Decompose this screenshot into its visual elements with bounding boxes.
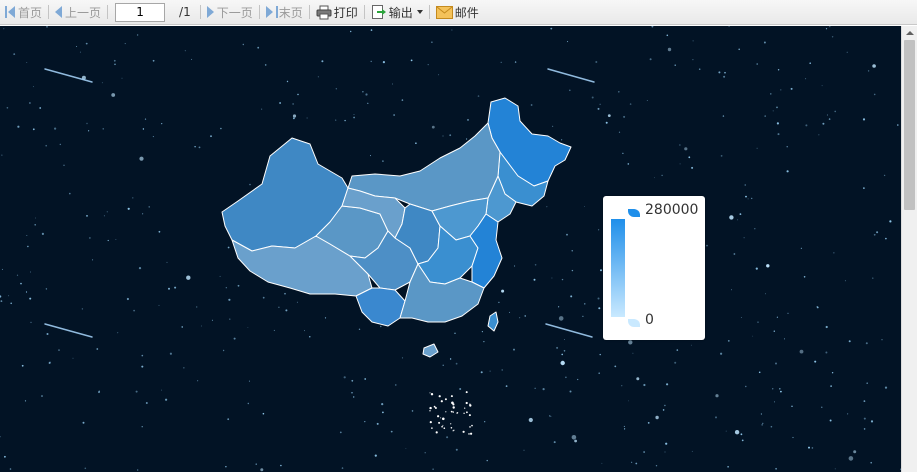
island-dot bbox=[452, 406, 455, 409]
island-dot bbox=[429, 406, 432, 410]
map-region-hainan[interactable] bbox=[422, 343, 439, 358]
next-page-label: 下一页 bbox=[216, 5, 253, 20]
island-dot bbox=[435, 431, 438, 434]
last-page-label: 末页 bbox=[278, 5, 303, 20]
last-page-button[interactable]: 末页 bbox=[263, 2, 306, 23]
island-dot bbox=[429, 421, 432, 424]
print-button[interactable]: 打印 bbox=[313, 2, 361, 23]
island-dot bbox=[469, 426, 471, 428]
island-dot bbox=[452, 411, 454, 413]
toolbar-divider bbox=[308, 5, 310, 19]
island-dot bbox=[464, 407, 466, 409]
scrollbar-thumb[interactable] bbox=[904, 40, 915, 210]
legend-max-handle[interactable] bbox=[628, 209, 640, 217]
toolbar-divider bbox=[199, 5, 201, 19]
next-page-button[interactable]: 下一页 bbox=[204, 2, 256, 23]
mail-icon bbox=[435, 5, 453, 19]
island-dot bbox=[437, 415, 440, 418]
page-number-input[interactable] bbox=[115, 2, 166, 22]
map-region-yunnan[interactable] bbox=[355, 287, 406, 327]
first-page-icon bbox=[5, 6, 7, 18]
island-dot bbox=[471, 424, 473, 427]
legend-gradient-bar[interactable] bbox=[611, 219, 625, 317]
island-dot bbox=[468, 433, 470, 435]
island-dot bbox=[463, 412, 465, 414]
island-dot bbox=[468, 414, 471, 417]
island-dot bbox=[438, 395, 441, 398]
island-dot bbox=[453, 429, 455, 431]
south-china-sea-islands bbox=[429, 391, 473, 435]
prev-page-button[interactable]: 上一页 bbox=[52, 2, 104, 23]
island-dot bbox=[456, 412, 459, 414]
island-dot bbox=[465, 401, 468, 405]
map-region-taiwan[interactable] bbox=[487, 311, 499, 332]
island-dot bbox=[450, 395, 453, 398]
first-page-label: 首页 bbox=[18, 5, 43, 20]
scroll-up-arrow-icon[interactable] bbox=[906, 31, 914, 35]
legend-min-label: 0 bbox=[645, 312, 654, 328]
island-dot bbox=[469, 403, 471, 405]
island-dot bbox=[450, 410, 453, 413]
first-page-button[interactable]: 首页 bbox=[2, 2, 45, 23]
island-dot bbox=[442, 417, 445, 421]
export-icon bbox=[371, 5, 386, 19]
toolbar-divider bbox=[258, 5, 260, 19]
export-button[interactable]: 输出 bbox=[368, 2, 426, 23]
island-dot bbox=[445, 411, 447, 413]
mail-button[interactable]: 邮件 bbox=[433, 2, 482, 23]
last-page-icon bbox=[265, 6, 273, 18]
print-label: 打印 bbox=[333, 5, 358, 20]
island-dot bbox=[450, 427, 453, 429]
island-dot bbox=[452, 403, 455, 406]
island-dot bbox=[465, 391, 468, 394]
island-dot bbox=[466, 411, 468, 414]
chevron-down-icon[interactable] bbox=[416, 10, 423, 14]
island-dot bbox=[433, 405, 436, 408]
island-dot bbox=[440, 400, 443, 403]
island-dot bbox=[442, 424, 444, 426]
legend-min-handle[interactable] bbox=[628, 319, 640, 327]
island-dot bbox=[450, 423, 452, 425]
island-dot bbox=[469, 404, 472, 407]
toolbar-divider bbox=[428, 5, 430, 19]
legend-max-label: 280000 bbox=[645, 202, 699, 218]
island-dot bbox=[444, 398, 447, 401]
prev-page-icon bbox=[55, 6, 63, 18]
island-dot bbox=[431, 427, 433, 429]
china-map bbox=[221, 97, 572, 435]
island-dot bbox=[429, 410, 431, 412]
map-canvas: 280000 0 bbox=[0, 26, 901, 472]
island-dot bbox=[441, 425, 443, 428]
toolbar-divider bbox=[363, 5, 365, 19]
mail-label: 邮件 bbox=[454, 5, 479, 20]
next-page-icon bbox=[206, 6, 214, 18]
island-dot bbox=[438, 421, 441, 424]
island-dot bbox=[429, 392, 431, 394]
island-dot bbox=[470, 432, 473, 435]
island-dot bbox=[430, 393, 434, 396]
island-dot bbox=[443, 427, 446, 430]
report-toolbar: 首页 上一页 /1 下一页 末页 打印 输出 bbox=[0, 0, 917, 25]
toolbar-divider bbox=[48, 5, 50, 19]
prev-page-label: 上一页 bbox=[65, 5, 102, 20]
page-total-label: /1 bbox=[179, 5, 191, 19]
vertical-scrollbar[interactable] bbox=[901, 26, 917, 472]
export-label: 输出 bbox=[388, 5, 413, 20]
visual-map-legend: 280000 0 bbox=[603, 196, 705, 340]
island-dot bbox=[462, 430, 465, 433]
island-dot bbox=[440, 417, 442, 419]
printer-icon bbox=[316, 5, 332, 19]
toolbar-divider bbox=[107, 5, 109, 19]
